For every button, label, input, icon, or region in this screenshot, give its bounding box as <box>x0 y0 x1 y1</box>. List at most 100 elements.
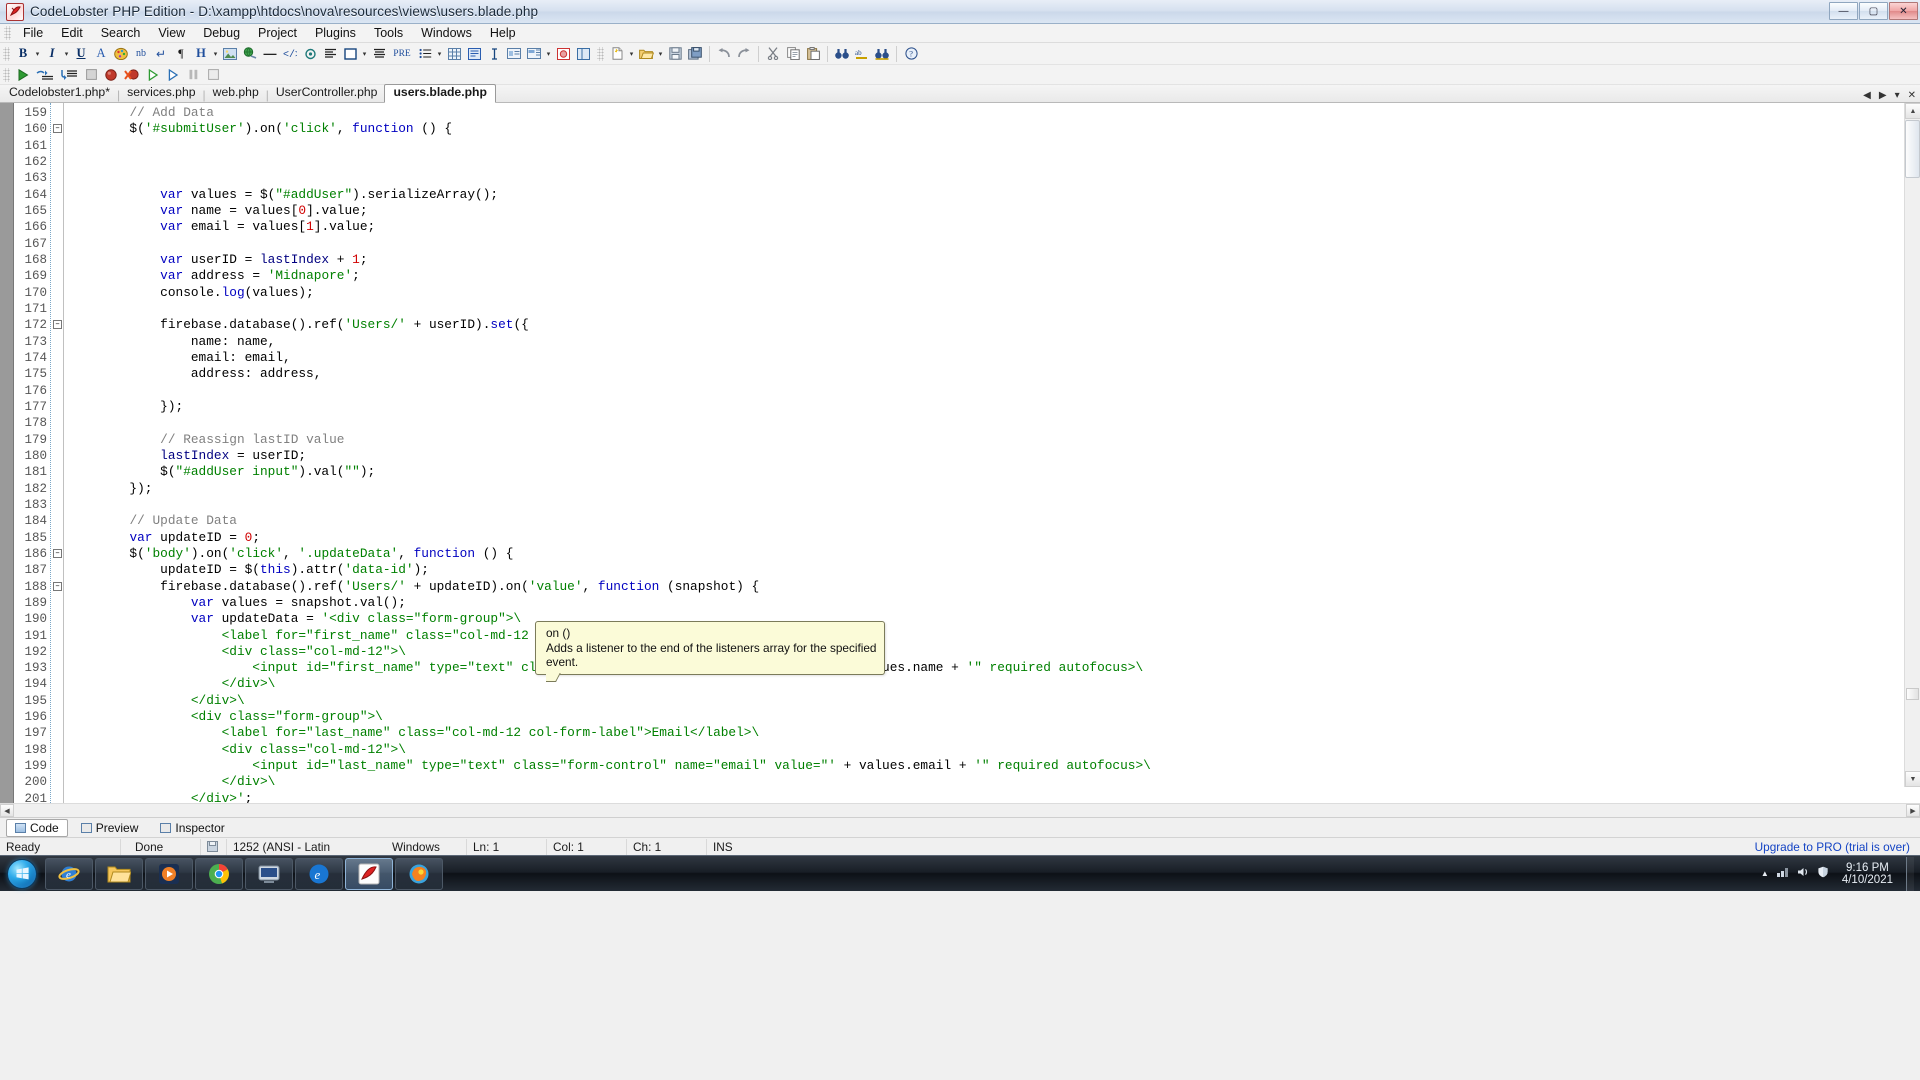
italic-dropdown-arrow[interactable]: ▾ <box>62 45 71 63</box>
tab-services-php[interactable]: services.php <box>120 84 202 102</box>
pause-button[interactable] <box>183 66 203 84</box>
fold-toggle-icon[interactable]: – <box>53 320 62 330</box>
list-icon[interactable] <box>415 45 435 63</box>
code-line[interactable]: var address = 'Midnapore'; <box>64 268 1920 284</box>
minimize-button[interactable]: — <box>1829 2 1858 20</box>
menu-grip[interactable] <box>4 26 11 40</box>
scroll-marker[interactable] <box>1906 688 1919 700</box>
code-folding-gutter[interactable]: – – – – <box>50 103 64 803</box>
code-line[interactable]: firebase.database().ref('Users/' + userI… <box>64 317 1920 333</box>
help-icon[interactable]: ? <box>901 45 921 63</box>
menu-search[interactable]: Search <box>92 25 150 41</box>
code-line[interactable]: var email = values[1].value; <box>64 219 1920 235</box>
tab-prev-button[interactable]: ◀ <box>1861 90 1873 101</box>
taskbar-xampp[interactable] <box>245 857 293 890</box>
insert-image-icon[interactable] <box>220 45 240 63</box>
palette-icon[interactable] <box>111 45 131 63</box>
code-line[interactable]: <input id="last_name" type="text" class=… <box>64 758 1920 774</box>
code-line[interactable] <box>64 415 1920 431</box>
code-line[interactable] <box>64 497 1920 513</box>
terminate-button[interactable] <box>203 66 223 84</box>
code-line[interactable]: var values = $("#addUser").serializeArra… <box>64 187 1920 203</box>
continue-button[interactable] <box>163 66 183 84</box>
italic-button[interactable]: I <box>42 45 62 63</box>
cut-scissors-icon[interactable] <box>763 45 783 63</box>
code-line[interactable] <box>64 236 1920 252</box>
code-line[interactable]: }); <box>64 481 1920 497</box>
taskbar-firefox[interactable] <box>395 857 443 890</box>
anchor-icon[interactable] <box>300 45 320 63</box>
div-dropdown-arrow[interactable]: ▾ <box>360 45 369 63</box>
code-line[interactable]: lastIndex = userID; <box>64 448 1920 464</box>
tab-web-php[interactable]: web.php <box>206 84 266 102</box>
code-line[interactable]: firebase.database().ref('Users/' + updat… <box>64 579 1920 595</box>
undo-icon[interactable] <box>714 45 734 63</box>
flash-icon[interactable] <box>553 45 573 63</box>
code-line[interactable] <box>64 301 1920 317</box>
new-file-icon[interactable] <box>607 45 627 63</box>
frame-icon[interactable] <box>573 45 593 63</box>
toolbar-grip-1[interactable] <box>3 46 10 61</box>
code-line[interactable]: console.log(values); <box>64 285 1920 301</box>
taskbar-file-explorer[interactable] <box>95 857 143 890</box>
menu-help[interactable]: Help <box>481 25 525 41</box>
stop-button[interactable] <box>81 66 101 84</box>
horizontal-scroll-track[interactable] <box>15 804 1905 817</box>
code-line[interactable]: </div>\ <box>64 676 1920 692</box>
menu-tools[interactable]: Tools <box>365 25 412 41</box>
code-line[interactable]: var userID = lastIndex + 1; <box>64 252 1920 268</box>
tray-network-icon[interactable] <box>1776 866 1790 881</box>
fold-toggle-icon[interactable]: – <box>53 548 62 558</box>
code-line[interactable]: address: address, <box>64 366 1920 382</box>
code-line[interactable] <box>64 138 1920 154</box>
code-text-area[interactable]: // Add Data $('#submitUser').on('click',… <box>64 103 1920 803</box>
table-icon[interactable] <box>444 45 464 63</box>
code-editor[interactable]: 159 160 161 162 163 164 165 166 167 168 169 170 171 1… <box>0 103 1920 806</box>
pre-button[interactable]: PRE <box>389 45 415 63</box>
taskbar-chrome[interactable] <box>195 857 243 890</box>
scroll-right-arrow[interactable]: ▶ <box>1906 804 1920 817</box>
code-line[interactable] <box>64 383 1920 399</box>
status-upgrade-link[interactable]: Upgrade to PRO (trial is over) <box>1749 839 1920 855</box>
line-break-button[interactable]: ↵ <box>151 45 171 63</box>
maximize-button[interactable]: ▢ <box>1859 2 1888 20</box>
form-icon[interactable] <box>464 45 484 63</box>
insert-link-icon[interactable] <box>240 45 260 63</box>
fold-toggle-icon[interactable]: – <box>53 581 62 591</box>
menu-project[interactable]: Project <box>249 25 306 41</box>
code-line[interactable]: </div>'; <box>64 791 1920 803</box>
menu-file[interactable]: File <box>14 25 52 41</box>
insert-code-icon[interactable]: </> <box>280 45 300 63</box>
redo-icon[interactable] <box>734 45 754 63</box>
code-line[interactable]: // Reassign lastID value <box>64 432 1920 448</box>
select-dropdown-arrow[interactable]: ▾ <box>544 45 553 63</box>
menu-debug[interactable]: Debug <box>194 25 249 41</box>
open-folder-dropdown-arrow[interactable]: ▾ <box>656 45 665 63</box>
code-line[interactable]: var updateID = 0; <box>64 530 1920 546</box>
step-into-button[interactable] <box>33 66 57 84</box>
code-line[interactable] <box>64 170 1920 186</box>
editor-horizontal-scrollbar[interactable]: ◀ ▶ <box>0 803 1920 817</box>
align-justify-icon[interactable] <box>369 45 389 63</box>
save-all-icon[interactable] <box>685 45 705 63</box>
editor-vertical-scrollbar[interactable]: ▲ ▼ <box>1904 103 1920 787</box>
code-line[interactable]: <input id="first_name" type="text" class… <box>64 660 1920 676</box>
clock[interactable]: 9:16 PM 4/10/2021 <box>1836 862 1899 886</box>
bold-button[interactable]: B <box>13 45 33 63</box>
list-dropdown-arrow[interactable]: ▾ <box>435 45 444 63</box>
open-folder-icon[interactable] <box>636 45 656 63</box>
run-to-cursor-button[interactable] <box>143 66 163 84</box>
step-over-button[interactable] <box>57 66 81 84</box>
underline-button[interactable]: U <box>71 45 91 63</box>
tab-next-button[interactable]: ▶ <box>1877 90 1889 101</box>
code-line[interactable]: email: email, <box>64 350 1920 366</box>
code-line[interactable]: <label for="last_name" class="col-md-12 … <box>64 725 1920 741</box>
menu-plugins[interactable]: Plugins <box>306 25 365 41</box>
code-line[interactable]: var updateData = '<div class="form-group… <box>64 611 1920 627</box>
text-input-icon[interactable] <box>484 45 504 63</box>
tab-close-button[interactable]: ✕ <box>1906 90 1918 101</box>
tray-chevron-icon[interactable]: ▲ <box>1761 869 1769 878</box>
fieldset-icon[interactable] <box>504 45 524 63</box>
find-binoculars-icon[interactable] <box>832 45 852 63</box>
find-in-files-icon[interactable] <box>872 45 892 63</box>
